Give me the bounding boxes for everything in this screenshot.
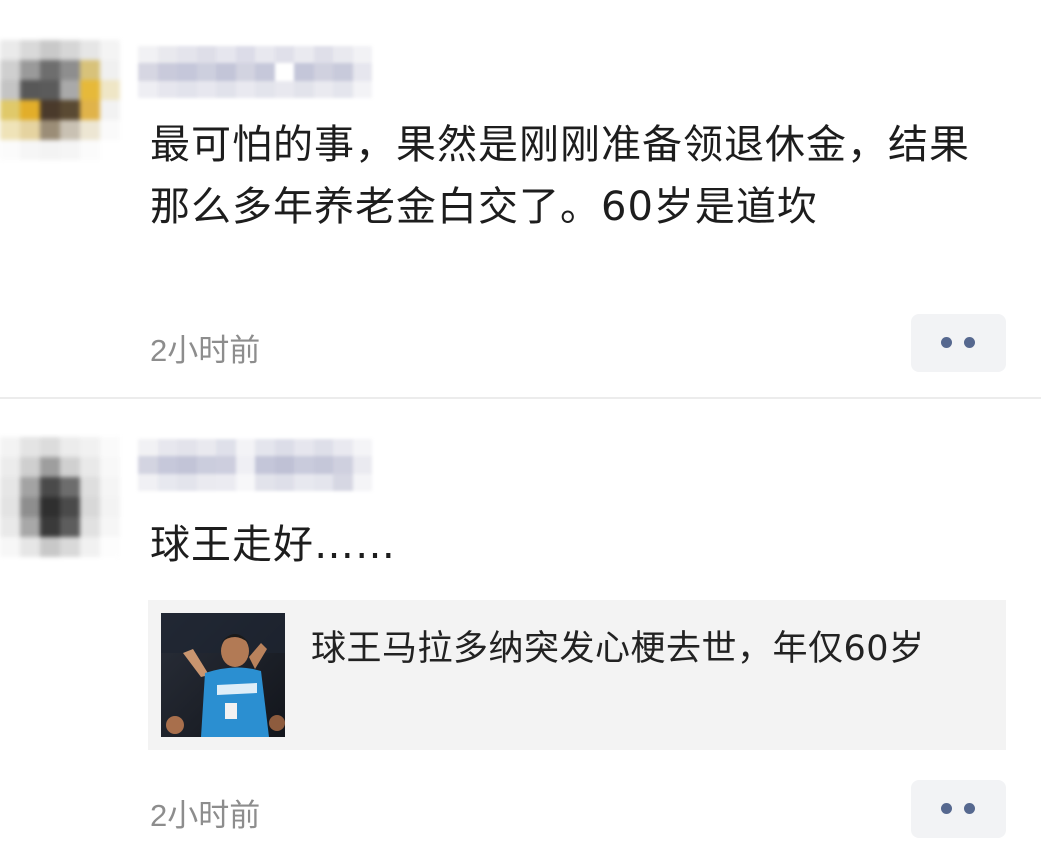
avatar[interactable]: [0, 437, 120, 557]
timestamp: 2小时前: [150, 333, 261, 368]
shared-article-card[interactable]: 球王马拉多纳突发心梗去世，年仅60岁: [148, 600, 1006, 750]
username-blurred[interactable]: [138, 439, 372, 491]
avatar[interactable]: [0, 40, 120, 160]
username-blurred[interactable]: [138, 46, 372, 98]
more-button[interactable]: [911, 780, 1006, 838]
more-button[interactable]: [911, 314, 1006, 372]
comment-item: 最可怕的事，果然是刚刚准备领退休金，结果那么多年养老金白交了。60岁是道坎 2小…: [0, 0, 1041, 398]
news-thumbnail-image: [161, 613, 285, 737]
comment-text: 最可怕的事，果然是刚刚准备领退休金，结果那么多年养老金白交了。60岁是道坎: [150, 122, 970, 230]
comment-text: 球王走好……: [150, 522, 396, 568]
comment-item: 球王走好…… 球王马拉多纳突发心梗去世，年仅60岁 2小时前: [0, 399, 1041, 852]
timestamp: 2小时前: [150, 798, 261, 833]
article-title: 球王马拉多纳突发心梗去世，年仅60岁: [311, 629, 925, 669]
